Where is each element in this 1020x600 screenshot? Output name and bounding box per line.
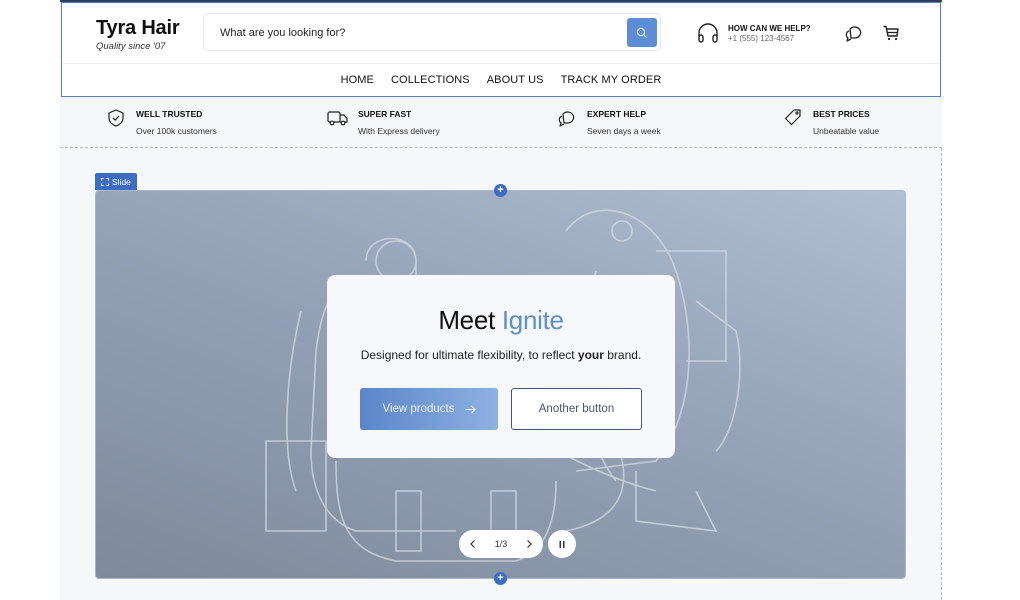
nav-track-my-order[interactable]: TRACK MY ORDER	[561, 74, 662, 86]
brand[interactable]: Tyra Hair Quality since '07	[96, 17, 180, 52]
hero-title: Meet Ignite	[327, 305, 675, 336]
feature-super-fast: SUPER FAST With Express delivery	[324, 108, 440, 136]
expand-icon	[101, 177, 109, 186]
feature-title: SUPER FAST	[358, 109, 412, 119]
feature-title: EXPERT HELP	[587, 109, 647, 119]
arrow-right-icon	[465, 405, 476, 413]
shield-check-icon	[108, 109, 124, 127]
cart-button[interactable]	[882, 24, 900, 47]
feature-well-trusted: WELL TRUSTED Over 100k customers	[102, 108, 217, 136]
help-title: HOW CAN WE HELP?	[728, 23, 811, 33]
feature-expert-help: EXPERT HELP Seven days a week	[553, 108, 661, 136]
feature-best-prices: BEST PRICES Unbeatable value	[779, 108, 879, 136]
hero-title-accent: Ignite	[501, 305, 564, 335]
slide-badge-label: Slide	[112, 176, 131, 187]
nav-about-us[interactable]: ABOUT US	[487, 74, 544, 86]
slide-counter: 1/3	[494, 539, 508, 549]
site-header: Tyra Hair Quality since '07 HOW CAN WE H…	[61, 2, 941, 97]
help-contact[interactable]: HOW CAN WE HELP? +1 (555) 123-4567	[696, 21, 811, 45]
pause-icon	[559, 540, 565, 548]
features-bar: WELL TRUSTED Over 100k customers SUPER FA…	[60, 98, 942, 148]
add-section-below-button[interactable]: +	[494, 572, 507, 585]
search-bar	[203, 13, 661, 52]
cart-icon	[883, 25, 899, 41]
pause-button[interactable]	[548, 530, 576, 558]
headphones-icon	[698, 23, 718, 43]
view-products-label: View products	[382, 403, 455, 415]
view-products-button[interactable]: View products	[360, 388, 498, 430]
chevron-left-icon[interactable]	[469, 539, 477, 549]
chat-icon	[845, 26, 862, 42]
feature-subtitle: With Express delivery	[358, 126, 440, 136]
chat-bubbles-icon	[558, 111, 575, 127]
truck-icon	[327, 111, 348, 126]
nav-collections[interactable]: COLLECTIONS	[391, 74, 470, 86]
hero-desc-text: Designed for ultimate flexibility, to re…	[360, 348, 578, 362]
chat-button[interactable]	[844, 23, 864, 48]
feature-subtitle: Unbeatable value	[813, 126, 880, 136]
feature-title: BEST PRICES	[813, 109, 870, 119]
brand-name: Tyra Hair	[96, 17, 180, 39]
search-button[interactable]	[627, 18, 657, 47]
feature-subtitle: Over 100k customers	[136, 126, 217, 136]
hero-desc-bold: your	[577, 348, 604, 362]
brand-tagline: Quality since '07	[96, 41, 166, 52]
search-icon	[636, 27, 647, 38]
slide-editor-badge[interactable]: Slide	[95, 173, 137, 190]
feature-subtitle: Seven days a week	[587, 126, 661, 136]
hero-description: Designed for ultimate flexibility, to re…	[327, 348, 675, 362]
search-input[interactable]	[218, 14, 622, 52]
nav-home[interactable]: HOME	[341, 74, 374, 86]
hero-desc-end: brand.	[603, 348, 642, 362]
main-nav: HOME COLLECTIONS ABOUT US TRACK MY ORDER	[62, 64, 940, 96]
another-button[interactable]: Another button	[511, 388, 642, 430]
hero-card: Meet Ignite Designed for ultimate flexib…	[327, 275, 675, 458]
add-section-above-button[interactable]: +	[494, 184, 507, 197]
hero-title-main: Meet	[438, 305, 495, 335]
tag-icon	[784, 109, 801, 126]
slide-pager: 1/3	[459, 530, 543, 558]
chevron-right-icon[interactable]	[525, 539, 533, 549]
feature-title: WELL TRUSTED	[136, 109, 203, 119]
help-phone[interactable]: +1 (555) 123-4567	[728, 34, 811, 43]
section-boundary	[941, 148, 942, 600]
